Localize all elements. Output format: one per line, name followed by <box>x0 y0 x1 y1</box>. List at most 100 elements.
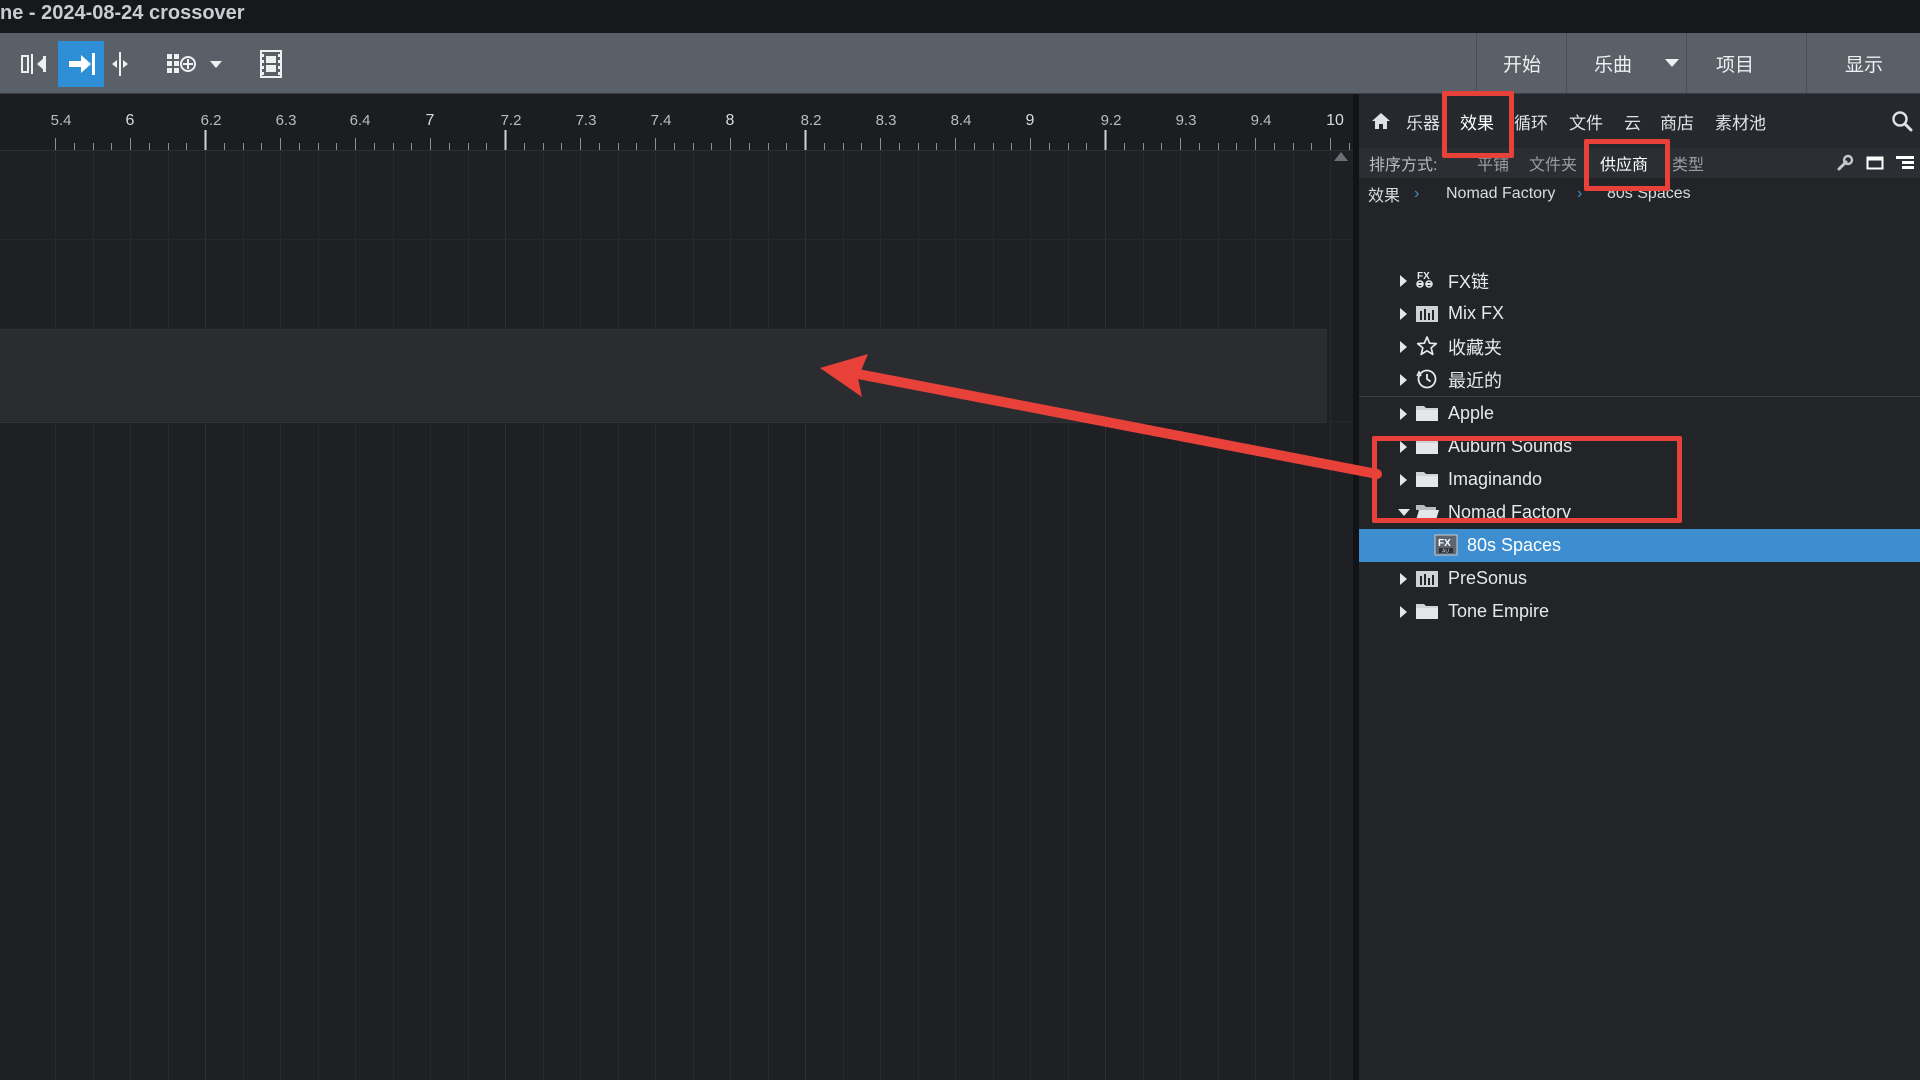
expand-triangle-icon[interactable] <box>1400 606 1407 618</box>
follow-arrow-icon[interactable] <box>58 41 104 87</box>
breadcrumb-effects[interactable]: 效果 <box>1368 178 1400 210</box>
folder-icon <box>1414 402 1440 424</box>
tree-item-80s-spaces[interactable]: FX AU 80s Spaces <box>1359 529 1920 562</box>
wrench-icon[interactable] <box>1836 148 1854 178</box>
effects-tab-highlight <box>1442 91 1514 158</box>
tree-item-fx链[interactable]: FX FX链 <box>1359 264 1920 297</box>
tree-item-label: Apple <box>1448 403 1495 423</box>
plugin-highlight <box>1372 436 1682 523</box>
mix-fx-icon <box>1414 567 1440 589</box>
tree-item-最近的[interactable]: 最近的 <box>1359 363 1920 396</box>
snap-start-icon[interactable] <box>10 41 58 87</box>
grid-line <box>468 151 469 1080</box>
ruler-label: 7.4 <box>650 112 672 129</box>
grid-line <box>168 151 169 1080</box>
window-icon[interactable] <box>1866 148 1884 178</box>
vendor-sort-highlight <box>1584 139 1670 191</box>
fx-plugin-icon: FX AU <box>1433 534 1459 556</box>
sort-label: 排序方式: <box>1369 157 1438 174</box>
expand-triangle-icon[interactable] <box>1400 341 1407 353</box>
sort-folder[interactable]: 文件夹 <box>1529 148 1577 178</box>
ruler-label: 6.2 <box>200 112 222 129</box>
tree-item-tone-empire[interactable]: Tone Empire <box>1359 595 1920 628</box>
expand-triangle-icon[interactable] <box>1400 408 1407 420</box>
chevron-down-icon[interactable] <box>204 41 228 87</box>
grid-line <box>1330 151 1331 1080</box>
grid-line <box>55 151 56 1080</box>
grid-line <box>543 151 544 1080</box>
grid-line <box>318 151 319 1080</box>
nav-song-button[interactable]: 乐曲 <box>1566 33 1659 93</box>
window-title: ne - 2024-08-24 crossover <box>0 2 245 24</box>
grid-line <box>580 151 581 1080</box>
tree-item-apple[interactable]: Apple <box>1359 397 1920 430</box>
home-icon[interactable] <box>1371 94 1391 148</box>
ruler-label: 8.4 <box>950 112 972 129</box>
expand-triangle-icon[interactable] <box>1400 573 1407 585</box>
fx-chain-icon: FX <box>1414 269 1440 291</box>
tree-item-label: FX链 <box>1448 271 1490 292</box>
grid-line <box>805 151 806 1080</box>
tree-item-presonus[interactable]: PreSonus <box>1359 562 1920 595</box>
title-bar: ne - 2024-08-24 crossover <box>0 0 1920 33</box>
ruler-label: 9.3 <box>1175 112 1197 129</box>
grid-line <box>1293 151 1294 1080</box>
grid-line <box>955 151 956 1080</box>
scroll-up-arrow-icon[interactable] <box>1334 152 1348 161</box>
split-icon[interactable] <box>104 41 136 87</box>
nav-project-button[interactable]: 项目 <box>1686 33 1783 93</box>
tab-instruments[interactable]: 乐器 <box>1406 94 1440 148</box>
grid-line <box>505 151 506 1080</box>
grid-line <box>730 151 731 1080</box>
ruler-label: 5.4 <box>50 112 72 129</box>
grid-line <box>880 151 881 1080</box>
tree-item-label: Mix FX <box>1448 303 1504 323</box>
expand-triangle-icon[interactable] <box>1400 308 1407 320</box>
grid-line <box>355 151 356 1080</box>
grid-line <box>393 151 394 1080</box>
grid-line <box>1105 151 1106 1080</box>
arrange-timeline[interactable] <box>0 151 1353 1080</box>
grid-line <box>205 151 206 1080</box>
ruler-label: 10 <box>1326 112 1344 129</box>
search-icon[interactable] <box>1891 94 1913 148</box>
nav-show-button[interactable]: 显示 <box>1806 33 1920 93</box>
ruler-label: 6 <box>125 112 135 129</box>
song-dropdown-chevron-icon[interactable] <box>1658 33 1686 93</box>
tab-pool[interactable]: 素材池 <box>1715 94 1766 148</box>
ruler-label: 6.3 <box>275 112 297 129</box>
timeline-ruler[interactable]: 5.4 6 6.2 6.3 6.4 7 7.2 7.3 7.4 8 8.2 8.3 8.4 9 9.2 9.3… <box>0 94 1353 151</box>
expand-triangle-icon[interactable] <box>1400 275 1407 287</box>
ruler-label: 8.2 <box>800 112 822 129</box>
tab-loops[interactable]: 循环 <box>1514 94 1548 148</box>
grid-line <box>1218 151 1219 1080</box>
grid-line <box>618 151 619 1080</box>
expand-triangle-icon[interactable] <box>1400 374 1407 386</box>
grid-line <box>93 151 94 1080</box>
film-strip-icon[interactable] <box>256 41 286 87</box>
nav-start-button[interactable]: 开始 <box>1476 33 1567 93</box>
tree-item-label: 收藏夹 <box>1448 337 1502 358</box>
ruler-label: 6.4 <box>349 112 371 129</box>
browser-panel: 乐器 效果 循环 文件 云 商店 素材池 排序方式: 平铺 文件夹 供应商 类型… <box>1359 94 1920 1080</box>
grid-line <box>843 151 844 1080</box>
ruler-label: 7.3 <box>575 112 597 129</box>
grid-line <box>243 151 244 1080</box>
list-view-icon[interactable] <box>1894 148 1916 178</box>
tree-item-mix-fx[interactable]: Mix FX <box>1359 297 1920 330</box>
add-grid-icon[interactable] <box>160 41 202 87</box>
ruler-label: 7 <box>425 112 435 129</box>
ruler-label: 9.2 <box>1100 112 1122 129</box>
grid-line <box>130 151 131 1080</box>
breadcrumb-vendor[interactable]: Nomad Factory <box>1446 178 1555 210</box>
selected-track-lane[interactable] <box>0 329 1327 423</box>
grid-line <box>655 151 656 1080</box>
tree-separator <box>1359 396 1920 397</box>
mix-fx-icon <box>1414 302 1440 324</box>
sort-type[interactable]: 类型 <box>1672 148 1704 178</box>
ruler-label: 8.3 <box>875 112 897 129</box>
track-divider <box>0 239 1353 240</box>
ruler-label: 9.4 <box>1250 112 1272 129</box>
tree-item-收藏夹[interactable]: 收藏夹 <box>1359 330 1920 363</box>
grid-line <box>993 151 994 1080</box>
